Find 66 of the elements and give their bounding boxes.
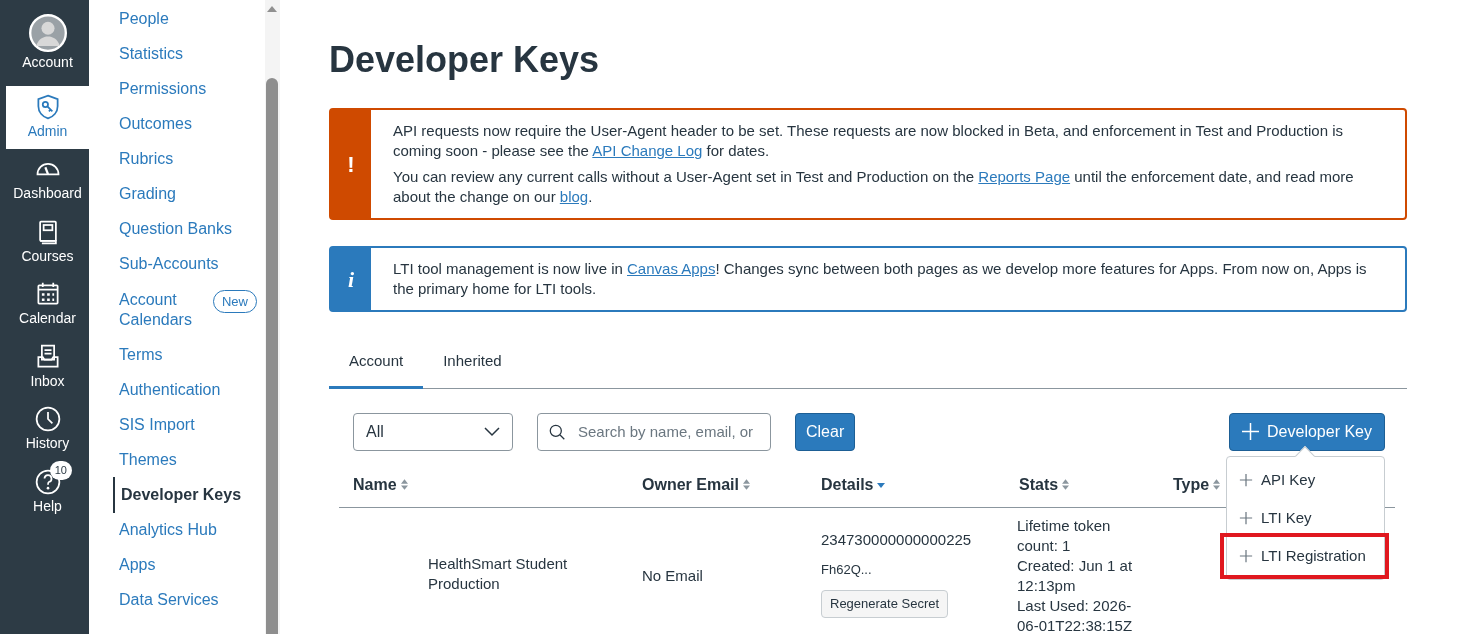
stats-text: Created: Jun 1 at 12:13pm [1017, 555, 1134, 596]
link[interactable]: Reports Page [978, 168, 1071, 185]
page-title: Developer Keys [329, 38, 601, 82]
alert-icon: ! [331, 110, 371, 218]
sidebar-item[interactable]: Question Banks [113, 211, 265, 248]
alert-text: You can review any current calls without a User-Agent set in Test and Production on the Reports Page until the enforcement date, and read more about the change on our blog. [393, 167, 1355, 207]
nav-item[interactable]: Courses [6, 211, 89, 274]
sidebar-item[interactable]: Permissions [113, 71, 265, 108]
count-badge: 10 [49, 461, 72, 480]
menu-item[interactable]: API Key [1227, 461, 1384, 499]
clock-icon [33, 405, 62, 434]
link[interactable]: Canvas Apps [627, 260, 716, 277]
nav-item[interactable]: Admin [6, 86, 89, 149]
table-cell: No Email [642, 566, 703, 584]
link[interactable]: blog [559, 188, 589, 205]
clear-button[interactable]: Clear [795, 412, 856, 451]
column-header[interactable]: Owner Email [642, 472, 739, 497]
regenerate-secret-button[interactable]: Regenerate Secret [821, 589, 949, 618]
sidebar-item[interactable]: SIS Import [113, 406, 265, 443]
sidebar-item[interactable]: Themes [113, 441, 265, 478]
link[interactable]: API Change Log [592, 142, 703, 159]
nav-item[interactable]: Help 10 [6, 461, 89, 524]
stats-text: Lifetime token count: 1 [1017, 515, 1112, 556]
alert-text: API requests now require the User-Agent header to be set. These requests are now blocked in Beta, and enforcement in Test and Production is coming soon - please see the API Change Log for dates. [393, 121, 1344, 161]
plus-icon [1239, 549, 1253, 563]
table-cell-text: HealthSmart Student Production [428, 553, 569, 594]
stats-text: Last Used: 2026-06-01T22:38:15Z [1017, 595, 1134, 634]
key-id: 234730000000000225 [821, 529, 973, 550]
column-header[interactable]: Details [821, 472, 874, 497]
scrollbar[interactable] [265, 0, 280, 634]
sidebar-item[interactable]: Terms [113, 336, 265, 373]
sidebar-item[interactable]: Outcomes [113, 106, 265, 143]
column-header[interactable]: Name [353, 472, 397, 497]
chevron-down-icon [484, 426, 500, 437]
plus-icon [1239, 473, 1253, 487]
sidebar-item[interactable]: Statistics [113, 36, 265, 73]
add-developer-key-button[interactable]: Developer Key [1229, 412, 1385, 451]
secret-text: Fh62Q... [821, 560, 873, 579]
nav-item[interactable]: Account [6, 0, 89, 86]
menu-item[interactable]: LTI Registration [1227, 537, 1384, 575]
sidebar-item[interactable]: People [113, 1, 265, 37]
sidebar-item[interactable]: Rubrics [113, 141, 265, 178]
alert-text: LTI tool management is now live in Canvas Apps! Changes sync between both pages as we develop more features for Apps. From now on, Apps is the primary home for LTI tools. [393, 259, 1368, 299]
plus-icon [1242, 423, 1260, 440]
nav-item[interactable]: Dashboard [6, 148, 89, 211]
column-header[interactable]: Type [1173, 472, 1210, 497]
alert-icon: i [331, 248, 371, 310]
sidebar-item[interactable]: Apps [113, 546, 265, 583]
column-header[interactable]: Stats [1019, 472, 1059, 497]
tab[interactable]: Account [329, 338, 424, 389]
sidebar-item[interactable]: Grading [113, 176, 265, 213]
search-field[interactable]: Search by name, email, or [537, 412, 771, 451]
sidebar-item[interactable]: Analytics Hub [113, 511, 265, 548]
sidebar-item[interactable]: Data Services [113, 582, 265, 618]
avatar-icon [28, 13, 67, 52]
filter-select[interactable]: All [353, 412, 513, 451]
nav-item[interactable]: Inbox [6, 336, 89, 399]
search-icon [549, 423, 566, 441]
menu-item[interactable]: LTI Key [1227, 499, 1384, 537]
nav-item[interactable]: Calendar [6, 273, 89, 336]
nav-item[interactable]: History [6, 398, 89, 461]
tab[interactable]: Inherited [423, 338, 522, 389]
sidebar-item[interactable]: Authentication [113, 371, 265, 408]
sidebar-item[interactable]: Sub-Accounts [113, 246, 265, 283]
plus-icon [1239, 511, 1253, 525]
sidebar-item[interactable]: Account Calendars [113, 281, 208, 338]
